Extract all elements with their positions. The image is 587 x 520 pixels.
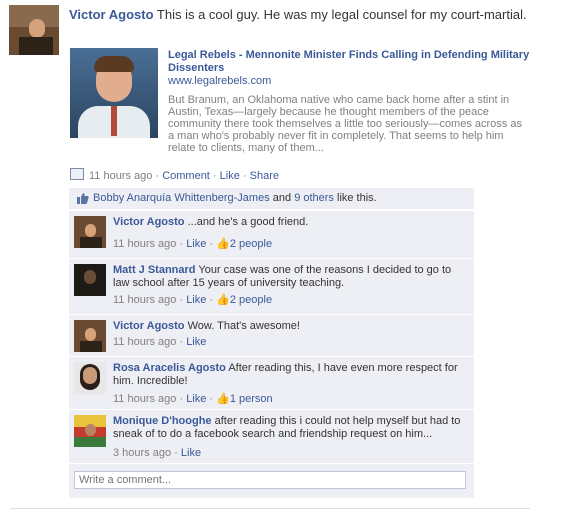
commenter-avatar[interactable] — [74, 362, 106, 394]
commenter-name[interactable]: Monique D'hooghe — [113, 415, 212, 427]
thumbs-up-icon: 👍 — [216, 294, 230, 306]
comment-likes-count[interactable]: 👍2 people — [216, 238, 272, 250]
thumbs-up-icon — [77, 193, 89, 204]
comment-like-link[interactable]: Like — [186, 336, 206, 348]
comment-body: Matt J Stannard Your case was one of the… — [113, 264, 467, 290]
avatar-head — [85, 424, 96, 436]
comment: Rosa Aracelis Agosto After reading this,… — [69, 356, 474, 409]
post-message: Victor Agosto This is a cool guy. He was… — [69, 6, 539, 24]
thumbs-up-icon: 👍 — [216, 393, 230, 405]
avatar-bg — [74, 437, 106, 447]
comment-likes-text: 2 people — [229, 294, 273, 306]
comment: Matt J Stannard Your case was one of the… — [69, 258, 474, 314]
share-link[interactable]: Share — [250, 170, 279, 182]
comment-timestamp: 3 hours ago — [113, 447, 172, 459]
comment-meta: 11 hours ago · Like · 👍2 people — [113, 237, 272, 250]
thumbs-up-icon: 👍 — [216, 238, 230, 250]
shared-link-description: But Branum, an Oklahoma native who came … — [168, 94, 522, 154]
shared-link-icon — [70, 168, 84, 180]
separator: · — [176, 336, 187, 348]
write-comment-input[interactable] — [74, 471, 466, 489]
comment: Monique D'hooghe after reading this i co… — [69, 409, 474, 463]
comment-likes-text: 2 people — [229, 238, 273, 250]
likes-text: Bobby Anarquía Whittenberg-James and 9 o… — [93, 192, 377, 204]
avatar-head — [83, 367, 97, 384]
post-message-text: This is a cool guy. He was my legal coun… — [156, 7, 527, 22]
avatar-body — [80, 341, 102, 352]
post-meta-row: 11 hours ago · Comment · Like · Share — [70, 168, 279, 182]
likes-and: and — [269, 192, 295, 204]
comment-meta: 11 hours ago · Like · 👍1 person — [113, 392, 273, 405]
commenter-avatar[interactable] — [74, 216, 106, 248]
commenter-name[interactable]: Victor Agosto — [113, 216, 185, 228]
thumb-tie — [111, 106, 117, 136]
likes-suffix: like this. — [333, 192, 377, 204]
comment-like-link[interactable]: Like — [186, 393, 206, 405]
comment-meta: 3 hours ago · Like — [113, 447, 201, 459]
comment-body: Victor Agosto Wow. That's awesome! — [113, 320, 467, 333]
comment-likes-count[interactable]: 👍2 people — [216, 294, 272, 306]
post-author-link[interactable]: Victor Agosto — [69, 7, 154, 22]
comment-composer — [69, 463, 474, 498]
avatar-head — [85, 328, 96, 341]
comment-text: ...and he's a good friend. — [187, 216, 309, 228]
divider — [10, 508, 530, 509]
comment-body: Monique D'hooghe after reading this i co… — [113, 415, 467, 441]
author-avatar[interactable] — [9, 5, 59, 55]
comment-text: Wow. That's awesome! — [187, 320, 300, 332]
avatar-head — [85, 224, 96, 237]
comment-meta: 11 hours ago · Like · 👍2 people — [113, 293, 272, 306]
separator: · — [206, 294, 217, 306]
liker-link[interactable]: Bobby Anarquía Whittenberg-James — [93, 192, 270, 204]
comment-timestamp: 11 hours ago — [113, 393, 177, 405]
commenter-name[interactable]: Victor Agosto — [113, 320, 185, 332]
shared-link-title[interactable]: Legal Rebels - Mennonite Minister Finds … — [168, 49, 538, 75]
shared-link-url[interactable]: www.legalrebels.com — [168, 75, 271, 87]
like-link[interactable]: Like — [220, 170, 240, 182]
comment-body: Victor Agosto ...and he's a good friend. — [113, 216, 467, 229]
avatar-body — [80, 237, 102, 248]
separator: · — [176, 294, 187, 306]
separator: · — [206, 238, 217, 250]
commenter-avatar[interactable] — [74, 264, 106, 296]
commenter-name[interactable]: Matt J Stannard — [113, 264, 196, 276]
avatar-head — [29, 19, 45, 38]
thumb-hair — [94, 56, 134, 72]
comment-like-link[interactable]: Like — [186, 238, 206, 250]
separator: · — [206, 393, 217, 405]
separator: · — [171, 447, 181, 459]
comment-timestamp: 11 hours ago — [113, 238, 177, 250]
comment-likes-text: 1 person — [229, 393, 273, 405]
separator: · — [176, 393, 187, 405]
separator: · — [152, 170, 163, 182]
comment-like-link[interactable]: Like — [181, 447, 201, 459]
comment-timestamp: 11 hours ago — [113, 294, 177, 306]
comment-likes-count[interactable]: 👍1 person — [216, 393, 273, 405]
comment-meta: 11 hours ago · Like — [113, 336, 206, 348]
commenter-avatar[interactable] — [74, 415, 106, 447]
commenter-avatar[interactable] — [74, 320, 106, 352]
likes-summary: Bobby Anarquía Whittenberg-James and 9 o… — [69, 188, 474, 209]
post-timestamp: 11 hours ago — [89, 170, 153, 182]
comment: Victor Agosto ...and he's a good friend.… — [69, 210, 474, 258]
avatar-body — [19, 37, 53, 55]
avatar-head — [84, 270, 96, 284]
commenter-name[interactable]: Rosa Aracelis Agosto — [113, 362, 226, 374]
separator: · — [176, 238, 187, 250]
comment-link[interactable]: Comment — [162, 170, 210, 182]
others-link[interactable]: 9 others — [294, 192, 334, 204]
comment-like-link[interactable]: Like — [186, 294, 206, 306]
separator: · — [209, 170, 220, 182]
shared-link-thumbnail[interactable] — [70, 48, 158, 138]
comment-body: Rosa Aracelis Agosto After reading this,… — [113, 362, 467, 388]
comment: Victor Agosto Wow. That's awesome! 11 ho… — [69, 314, 474, 356]
separator: · — [239, 170, 250, 182]
comment-timestamp: 11 hours ago — [113, 336, 177, 348]
